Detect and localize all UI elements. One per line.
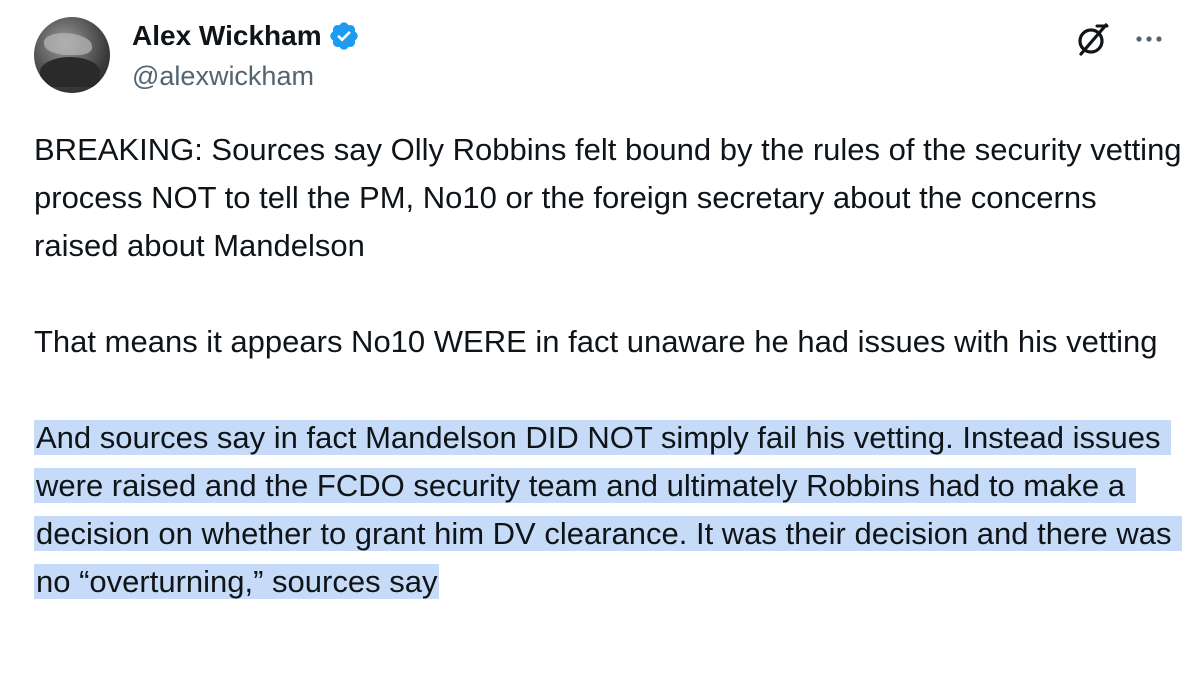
tweet-text: BREAKING: Sources say Olly Robbins felt … bbox=[34, 126, 1184, 606]
avatar[interactable] bbox=[34, 17, 110, 93]
highlighted-text: And sources say in fact Mandelson DID NO… bbox=[34, 420, 1183, 599]
author-handle[interactable]: @alexwickham bbox=[132, 58, 360, 94]
tweet-card: Alex Wickham @alexwickham BREAKING: Sour… bbox=[0, 0, 1200, 683]
author-info: Alex Wickham @alexwickham bbox=[132, 16, 360, 94]
name-row: Alex Wickham bbox=[132, 16, 360, 56]
tweet-paragraph-2: That means it appears No10 WERE in fact … bbox=[34, 324, 1158, 359]
tweet-paragraph-3: And sources say in fact Mandelson DID NO… bbox=[34, 414, 1184, 606]
author-display-name[interactable]: Alex Wickham bbox=[132, 18, 322, 54]
tweet-paragraph-1: BREAKING: Sources say Olly Robbins felt … bbox=[34, 132, 1191, 263]
tweet-top-actions bbox=[1072, 18, 1166, 60]
tweet-header: Alex Wickham @alexwickham bbox=[34, 16, 360, 94]
more-options-icon[interactable] bbox=[1132, 22, 1166, 56]
grok-icon[interactable] bbox=[1072, 18, 1114, 60]
verified-badge-icon[interactable] bbox=[328, 20, 360, 52]
